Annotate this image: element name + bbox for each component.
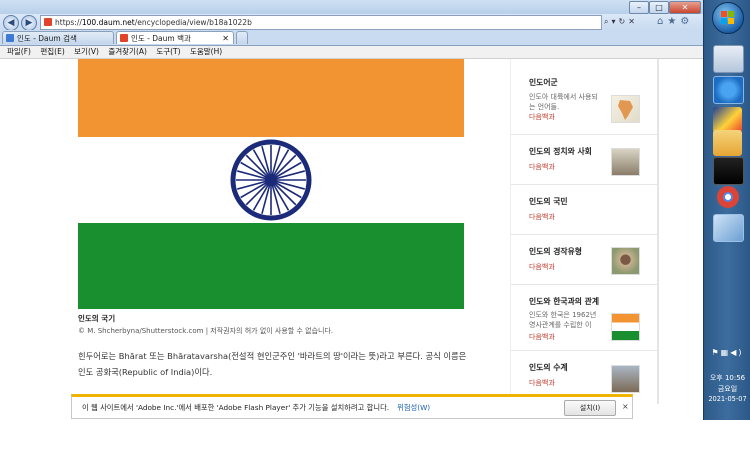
address-scheme: https:// — [55, 18, 82, 27]
address-host: 100.daum.net — [81, 18, 135, 27]
tab-favicon-icon — [6, 34, 14, 42]
flag-saffron-band — [78, 59, 464, 137]
related-card-title[interactable]: 인도의 경작유형 — [529, 246, 582, 257]
internet-explorer-icon[interactable] — [713, 76, 744, 104]
explorer-icon[interactable] — [713, 45, 744, 73]
bottom-blank-area — [0, 420, 750, 472]
tab-label: 인도 - Daum 검색 — [17, 34, 77, 43]
addon-notification-bar: 이 웹 사이트에서 'Adobe Inc.'에서 배포한 'Adobe Flas… — [71, 394, 633, 419]
browser-window: – □ ✕ ◀ ▶ https://100.daum.net/encyclope… — [0, 0, 703, 420]
refresh-icon[interactable]: ↻ — [619, 17, 629, 26]
browser-tools: ⌂★⚙ — [657, 15, 693, 28]
india-flag-image — [78, 59, 464, 309]
menu-bar: 파일(F) 편집(E) 보기(V) 즐겨찾기(A) 도구(T) 도움말(H) — [0, 46, 703, 59]
home-icon[interactable]: ⌂ — [657, 16, 667, 27]
related-card[interactable]: 인도의 국민 다음백과 — [511, 184, 657, 235]
address-bar[interactable]: https://100.daum.net/encyclopedia/view/b… — [40, 15, 602, 30]
article-paragraph: 힌두어로는 Bhārat 또는 Bhāratavarsha(전설적 현인군주인 … — [78, 351, 467, 377]
daum-favicon-icon — [44, 18, 52, 26]
address-row: ◀ ▶ https://100.daum.net/encyclopedia/vi… — [0, 14, 703, 31]
flag-tray-icon[interactable]: ⚑ — [711, 348, 720, 357]
related-card-title[interactable]: 인도와 한국과의 관계 — [529, 296, 599, 307]
start-button[interactable] — [712, 2, 744, 34]
install-button[interactable]: 설치(I) — [564, 400, 616, 416]
related-card[interactable]: 인도어군 인도아 대륙에서 사용되는 언어들. 다음백과 — [511, 59, 657, 135]
related-card[interactable]: 인도와 한국과의 관계 인도와 한국은 1962년 영사관계를 수립한 이 다음… — [511, 284, 657, 351]
related-card-source: 다음백과 — [529, 379, 555, 387]
related-card-source: 다음백과 — [529, 163, 555, 171]
clock-day[interactable]: 금요일 — [704, 384, 750, 394]
tab-close-icon[interactable]: ✕ — [222, 32, 229, 45]
related-card-source: 다음백과 — [529, 113, 555, 121]
new-tab-button[interactable] — [236, 31, 248, 44]
page-viewport: 인도의 국기 © M. Shcherbyna/Shutterstock.com … — [0, 59, 703, 420]
system-tray: ⚑▦◀) 오후 10:56 금요일 2021-05-07 — [704, 348, 750, 403]
related-articles-sidebar: 인도어군 인도아 대륙에서 사용되는 언어들. 다음백과 인도의 정치와 사회 … — [510, 59, 657, 404]
related-card-source: 다음백과 — [529, 263, 555, 271]
related-card-desc: 인도와 한국은 1962년 영사관계를 수립한 이 — [529, 311, 597, 329]
settings-gear-icon[interactable]: ⚙ — [680, 16, 693, 27]
menu-file[interactable]: 파일(F) — [7, 46, 31, 58]
address-actions: ⌕▾↻✕ — [604, 15, 638, 28]
network-tray-icon[interactable]: ▦ — [721, 348, 731, 357]
address-path: /encyclopedia/view/b18a1022b — [134, 18, 252, 27]
chrome-icon[interactable] — [717, 186, 739, 208]
ashoka-chakra-icon — [230, 139, 312, 221]
related-card-thumbnail[interactable] — [611, 313, 640, 341]
related-card-title[interactable]: 인도어군 — [529, 77, 558, 88]
tab-favicon-icon — [120, 34, 128, 42]
related-card-thumbnail[interactable] — [611, 95, 640, 123]
maximize-button[interactable]: □ — [649, 1, 669, 14]
dropdown-icon[interactable]: ▾ — [611, 17, 618, 26]
flag-green-band — [78, 223, 464, 309]
related-card-thumbnail[interactable] — [611, 365, 640, 393]
paint-app-icon[interactable] — [713, 214, 744, 242]
close-notification-icon[interactable]: × — [622, 402, 629, 411]
related-card-thumbnail[interactable] — [611, 247, 640, 275]
favorites-star-icon[interactable]: ★ — [667, 16, 680, 27]
menu-tools[interactable]: 도구(T) — [156, 46, 180, 58]
image-caption-title: 인도의 국기 — [78, 314, 116, 323]
back-button[interactable]: ◀ — [3, 15, 19, 31]
menu-help[interactable]: 도움말(H) — [190, 46, 222, 58]
menu-favorites[interactable]: 즐겨찾기(A) — [108, 46, 147, 58]
related-card-source: 다음백과 — [529, 333, 555, 341]
clock-time[interactable]: 오후 10:56 — [704, 373, 750, 383]
related-card-title[interactable]: 인도의 정치와 사회 — [529, 146, 592, 157]
related-card-thumbnail[interactable] — [611, 148, 640, 176]
forward-button[interactable]: ▶ — [21, 15, 37, 31]
notification-message: 이 웹 사이트에서 'Adobe Inc.'에서 배포한 'Adobe Flas… — [82, 403, 430, 413]
image-caption-credit: © M. Shcherbyna/Shutterstock.com | 저작권자의… — [78, 327, 334, 335]
title-bar: – □ ✕ — [0, 0, 703, 14]
related-card-title[interactable]: 인도의 수계 — [529, 362, 568, 373]
clock-date[interactable]: 2021-05-07 — [704, 395, 750, 403]
windows-logo-icon — [721, 11, 734, 24]
volume-tray-icon[interactable]: ◀) — [730, 348, 743, 357]
tab-label: 인도 - Daum 백과 — [131, 34, 191, 43]
folder-icon[interactable] — [713, 130, 742, 156]
menu-view[interactable]: 보기(V) — [74, 46, 99, 58]
tab-daum-search[interactable]: 인도 - Daum 검색 — [2, 31, 114, 44]
related-card-source: 다음백과 — [529, 213, 555, 221]
related-card[interactable]: 인도의 정치와 사회 다음백과 — [511, 134, 657, 185]
related-card[interactable]: 인도의 경작유형 다음백과 — [511, 234, 657, 285]
related-card-title[interactable]: 인도의 국민 — [529, 196, 568, 207]
menu-edit[interactable]: 편집(E) — [40, 46, 64, 58]
notification-text: 이 웹 사이트에서 'Adobe Inc.'에서 배포한 'Adobe Flas… — [82, 403, 390, 412]
close-button[interactable]: ✕ — [669, 1, 701, 14]
media-app-icon[interactable] — [713, 157, 744, 185]
risk-info-link[interactable]: 위험성(W) — [397, 403, 430, 412]
minimize-button[interactable]: – — [629, 1, 649, 14]
windows-taskbar: ⚑▦◀) 오후 10:56 금요일 2021-05-07 — [703, 0, 750, 420]
page-scrollbar[interactable] — [657, 59, 659, 404]
related-card-desc: 인도아 대륙에서 사용되는 언어들. — [529, 93, 598, 111]
tab-daum-encyclopedia[interactable]: 인도 - Daum 백과 ✕ — [116, 31, 234, 44]
stop-icon[interactable]: ✕ — [628, 17, 638, 26]
tab-row: 인도 - Daum 검색 인도 - Daum 백과 ✕ — [0, 30, 703, 46]
